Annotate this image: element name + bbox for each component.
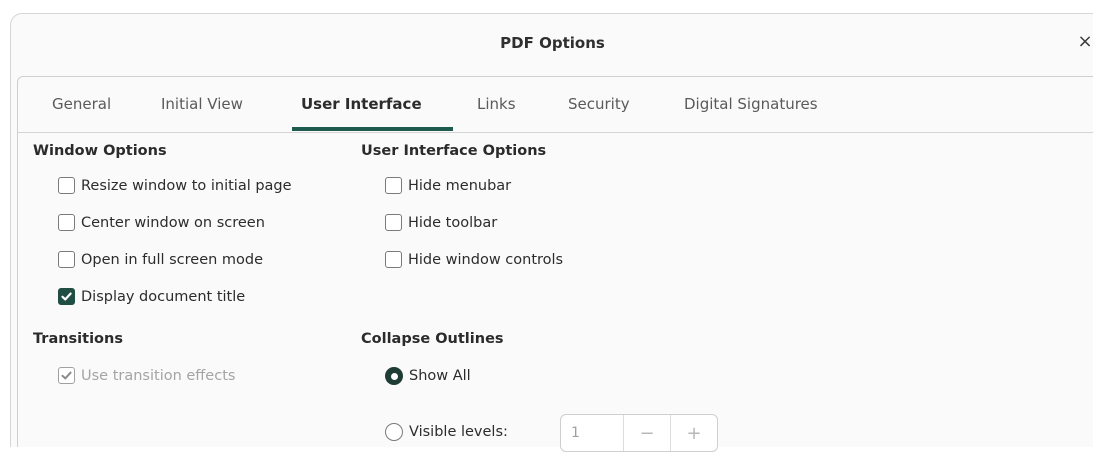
close-icon[interactable]: × [1074, 31, 1093, 53]
radio-icon [385, 423, 403, 441]
visible-levels-spinbutton[interactable]: 1 − + [560, 414, 718, 452]
show-all-radio[interactable]: Show All [385, 367, 471, 385]
tab-initial-view[interactable]: Initial View [161, 95, 243, 113]
dialog-title: PDF Options [500, 34, 605, 52]
checkbox-icon [58, 177, 75, 194]
active-tab-indicator [292, 127, 453, 131]
use-transition-effects-checkbox[interactable]: Use transition effects [58, 367, 235, 384]
hide-toolbar-checkbox[interactable]: Hide toolbar [385, 214, 497, 231]
checkbox-icon [385, 214, 402, 231]
tab-digital-signatures[interactable]: Digital Signatures [684, 95, 818, 113]
resize-window-checkbox[interactable]: Resize window to initial page [58, 177, 292, 194]
visible-levels-label: Visible levels: [409, 424, 508, 440]
display-title-label: Display document title [81, 288, 246, 305]
checkbox-icon [58, 214, 75, 231]
radio-selected-icon [385, 367, 403, 385]
tab-links[interactable]: Links [477, 95, 516, 113]
center-window-checkbox[interactable]: Center window on screen [58, 214, 265, 231]
tab-security[interactable]: Security [568, 95, 630, 113]
checkmark-icon [58, 367, 75, 384]
full-screen-checkbox[interactable]: Open in full screen mode [58, 251, 263, 268]
hide-toolbar-label: Hide toolbar [408, 214, 498, 231]
window-options-heading: Window Options [33, 143, 167, 159]
use-transition-effects-label: Use transition effects [81, 367, 236, 384]
show-all-label: Show All [409, 368, 471, 384]
pdf-options-dialog: PDF Options × General Initial View User … [10, 13, 1093, 452]
collapse-outlines-heading: Collapse Outlines [361, 331, 504, 347]
tab-general[interactable]: General [52, 95, 111, 113]
checkmark-icon [58, 288, 75, 305]
hide-menubar-checkbox[interactable]: Hide menubar [385, 177, 511, 194]
transitions-heading: Transitions [33, 331, 123, 347]
visible-levels-radio[interactable]: Visible levels: [385, 423, 508, 441]
full-screen-label: Open in full screen mode [81, 251, 264, 268]
visible-levels-value[interactable]: 1 [561, 425, 623, 441]
ui-options-heading: User Interface Options [361, 143, 547, 159]
checkbox-icon [385, 251, 402, 268]
hide-window-controls-label: Hide window controls [408, 251, 564, 268]
title-bar: PDF Options × [11, 14, 1093, 72]
checkbox-icon [385, 177, 402, 194]
tab-user-interface[interactable]: User Interface [301, 95, 422, 113]
display-title-checkbox[interactable]: Display document title [58, 288, 245, 305]
hide-menubar-label: Hide menubar [408, 177, 512, 194]
checkbox-icon [58, 251, 75, 268]
tab-bar: General Initial View User Interface Link… [18, 77, 1093, 133]
center-window-label: Center window on screen [81, 214, 265, 231]
resize-window-label: Resize window to initial page [81, 177, 292, 194]
tab-panel: General Initial View User Interface Link… [17, 76, 1093, 452]
hide-window-controls-checkbox[interactable]: Hide window controls [385, 251, 563, 268]
